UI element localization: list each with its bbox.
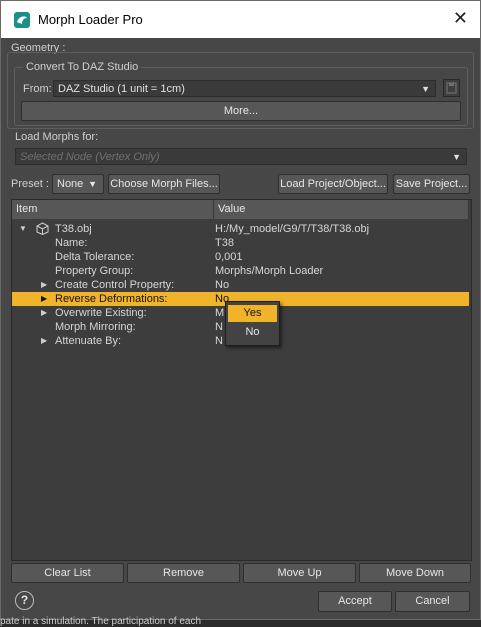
root-item-name: T38.obj bbox=[55, 223, 92, 235]
clear-list-label: Clear List bbox=[44, 567, 91, 579]
column-header-value[interactable]: Value bbox=[214, 200, 469, 219]
tree-row[interactable]: ▶ Create Control Property: No bbox=[12, 278, 469, 292]
convert-label: Convert To DAZ Studio bbox=[23, 61, 142, 73]
from-label: From: bbox=[23, 83, 52, 95]
save-preset-icon[interactable] bbox=[443, 79, 460, 97]
row-key: Delta Tolerance: bbox=[55, 251, 135, 263]
load-project-button[interactable]: Load Project/Object... bbox=[278, 174, 388, 194]
move-down-button[interactable]: Move Down bbox=[359, 563, 471, 583]
from-select-value: DAZ Studio (1 unit = 1cm) bbox=[58, 83, 185, 95]
row-value: N bbox=[215, 321, 223, 333]
column-header-item[interactable]: Item bbox=[12, 200, 214, 219]
chevron-down-icon: ▼ bbox=[452, 152, 461, 162]
move-up-button[interactable]: Move Up bbox=[243, 563, 356, 583]
row-key: Reverse Deformations: bbox=[55, 293, 168, 305]
title-bar[interactable]: Morph Loader Pro ✕ bbox=[1, 1, 480, 38]
expand-right-icon[interactable]: ▶ bbox=[41, 334, 47, 348]
morph-loader-dialog: Morph Loader Pro ✕ Geometry : Convert To… bbox=[0, 0, 481, 620]
remove-button[interactable]: Remove bbox=[127, 563, 240, 583]
row-key: Morph Mirroring: bbox=[55, 321, 136, 333]
help-icon[interactable]: ? bbox=[15, 591, 34, 610]
expand-right-icon[interactable]: ▶ bbox=[41, 278, 47, 292]
load-project-label: Load Project/Object... bbox=[280, 178, 386, 190]
move-up-label: Move Up bbox=[277, 567, 322, 579]
tree-row[interactable]: Delta Tolerance: 0,001 bbox=[12, 250, 469, 264]
more-button-label: More... bbox=[223, 105, 259, 117]
more-button[interactable]: More... bbox=[21, 101, 461, 121]
row-value: M bbox=[215, 307, 225, 319]
chevron-down-icon: ▼ bbox=[88, 179, 97, 189]
clear-list-button[interactable]: Clear List bbox=[11, 563, 124, 583]
row-value: T38 bbox=[215, 237, 234, 249]
window-title: Morph Loader Pro bbox=[38, 12, 143, 27]
expand-down-icon[interactable]: ▼ bbox=[19, 222, 27, 236]
morph-tree[interactable]: Item Value ▼ T38.obj H:/My_model/G9/T/T3… bbox=[11, 199, 472, 561]
row-key: Create Control Property: bbox=[55, 279, 175, 291]
remove-label: Remove bbox=[163, 567, 204, 579]
tree-row[interactable]: Property Group: Morphs/Morph Loader bbox=[12, 264, 469, 278]
from-select[interactable]: DAZ Studio (1 unit = 1cm) ▼ bbox=[53, 80, 436, 97]
background-window-text: pate in a simulation. The participation … bbox=[0, 616, 202, 627]
choose-morph-files-button[interactable]: Choose Morph Files... bbox=[108, 174, 220, 194]
expand-right-icon[interactable]: ▶ bbox=[41, 306, 47, 320]
accept-button[interactable]: Accept bbox=[318, 591, 392, 612]
row-key: Property Group: bbox=[55, 265, 134, 277]
row-value: 0,001 bbox=[215, 251, 243, 263]
option-yes[interactable]: Yes bbox=[228, 305, 277, 322]
row-value: No bbox=[215, 279, 230, 291]
load-morphs-label: Load Morphs for: bbox=[15, 131, 99, 143]
cancel-button[interactable]: Cancel bbox=[395, 591, 470, 612]
row-key: Name: bbox=[55, 237, 88, 249]
tree-root-row[interactable]: ▼ T38.obj H:/My_model/G9/T/T38/T38.obj bbox=[12, 222, 469, 236]
close-icon[interactable]: ✕ bbox=[453, 8, 468, 29]
cancel-label: Cancel bbox=[415, 595, 450, 607]
move-down-label: Move Down bbox=[385, 567, 445, 579]
choose-morph-files-label: Choose Morph Files... bbox=[110, 178, 218, 190]
load-morphs-select[interactable]: Selected Node (Vertex Only) ▼ bbox=[15, 148, 467, 165]
row-value: N bbox=[215, 335, 223, 347]
option-no[interactable]: No bbox=[228, 324, 277, 341]
expand-right-icon[interactable]: ▶ bbox=[41, 292, 47, 306]
preset-label: Preset : bbox=[11, 178, 49, 190]
row-value: Morphs/Morph Loader bbox=[215, 265, 324, 277]
save-project-button[interactable]: Save Project... bbox=[393, 174, 470, 194]
load-morphs-value: Selected Node (Vertex Only) bbox=[20, 151, 160, 163]
row-key: Attenuate By: bbox=[55, 335, 122, 347]
chevron-down-icon: ▼ bbox=[421, 84, 430, 94]
save-project-label: Save Project... bbox=[395, 178, 468, 190]
row-key: Overwrite Existing: bbox=[55, 307, 147, 319]
yes-no-dropdown: Yes No bbox=[225, 301, 280, 346]
preset-select[interactable]: None ▼ bbox=[52, 174, 104, 194]
tree-row[interactable]: Name: T38 bbox=[12, 236, 469, 250]
daz-app-icon bbox=[14, 12, 30, 28]
root-item-value: H:/My_model/G9/T/T38/T38.obj bbox=[215, 223, 370, 235]
accept-label: Accept bbox=[338, 595, 372, 607]
